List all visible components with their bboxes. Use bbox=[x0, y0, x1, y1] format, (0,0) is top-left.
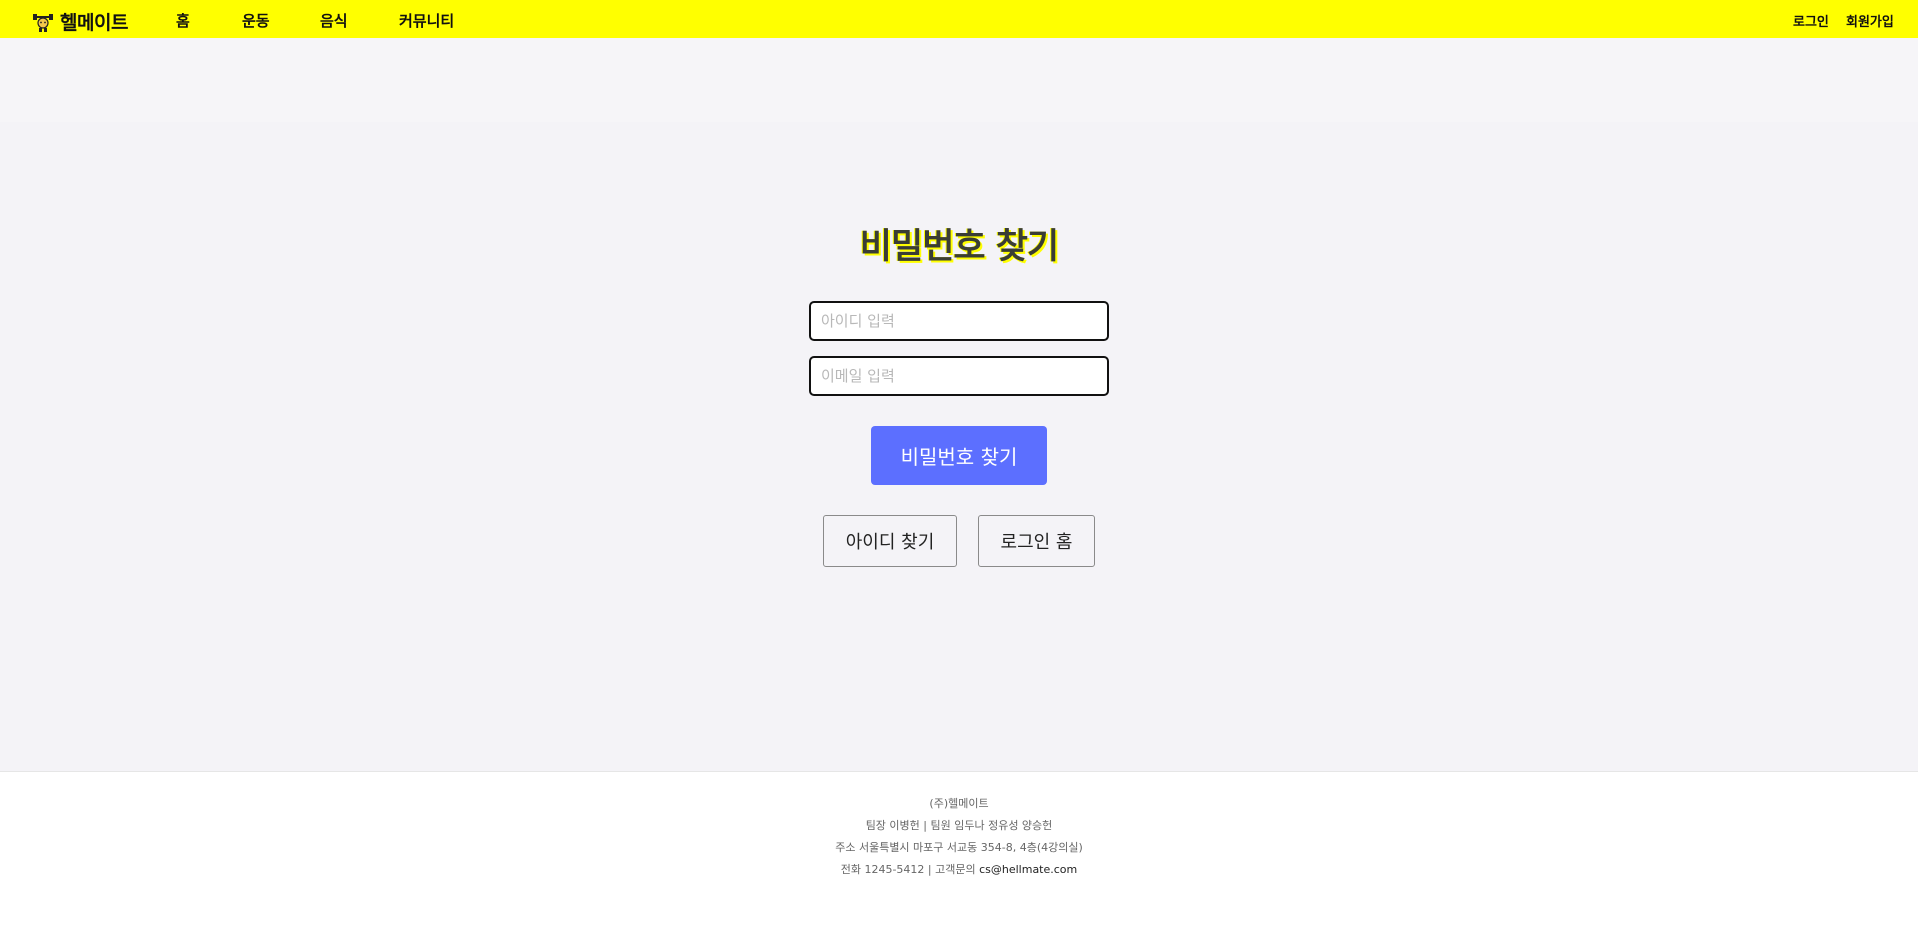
footer-company: (주)헬메이트 bbox=[929, 797, 989, 810]
footer-email-link[interactable]: cs@hellmate.com bbox=[979, 863, 1077, 876]
page-title: 비밀번호 찾기 bbox=[859, 227, 1059, 267]
footer-contact: 전화 1245-5412 | 고객문의 cs@hellmate.com bbox=[0, 861, 1918, 877]
login-home-button[interactable]: 로그인 홈 bbox=[978, 515, 1095, 567]
brand-logo-link[interactable]: 헬메이트 bbox=[32, 8, 128, 35]
top-navigation-bar: 헬메이트 홈 운동 음식 커뮤니티 로그인 회원가입 bbox=[0, 0, 1918, 38]
login-link[interactable]: 로그인 bbox=[1793, 11, 1829, 30]
find-id-button[interactable]: 아이디 찾기 bbox=[823, 515, 957, 567]
footer-address: 주소 서울특별시 마포구 서교동 354-8, 4층(4강의실) bbox=[835, 841, 1083, 854]
header-spacer-band bbox=[0, 38, 1918, 122]
footer: (주)헬메이트 팀장 이병헌 | 팀원 임두나 정유성 양승헌 주소 서울특별시… bbox=[0, 771, 1918, 946]
email-input[interactable] bbox=[809, 356, 1109, 396]
id-input[interactable] bbox=[809, 301, 1109, 341]
brand-name: 헬메이트 bbox=[60, 12, 128, 34]
nav-item-workout[interactable]: 운동 bbox=[242, 10, 270, 31]
nav-item-community[interactable]: 커뮤니티 bbox=[399, 10, 454, 31]
find-password-button[interactable]: 비밀번호 찾기 bbox=[871, 426, 1047, 485]
footer-phone: 전화 1245-5412 | 고객문의 bbox=[840, 863, 980, 876]
dumbbell-mascot-icon bbox=[33, 13, 53, 32]
footer-team: 팀장 이병헌 | 팀원 임두나 정유성 양승헌 bbox=[865, 819, 1053, 832]
signup-link[interactable]: 회원가입 bbox=[1846, 11, 1894, 30]
nav-item-food[interactable]: 음식 bbox=[320, 10, 348, 31]
nav-item-home[interactable]: 홈 bbox=[176, 10, 190, 31]
